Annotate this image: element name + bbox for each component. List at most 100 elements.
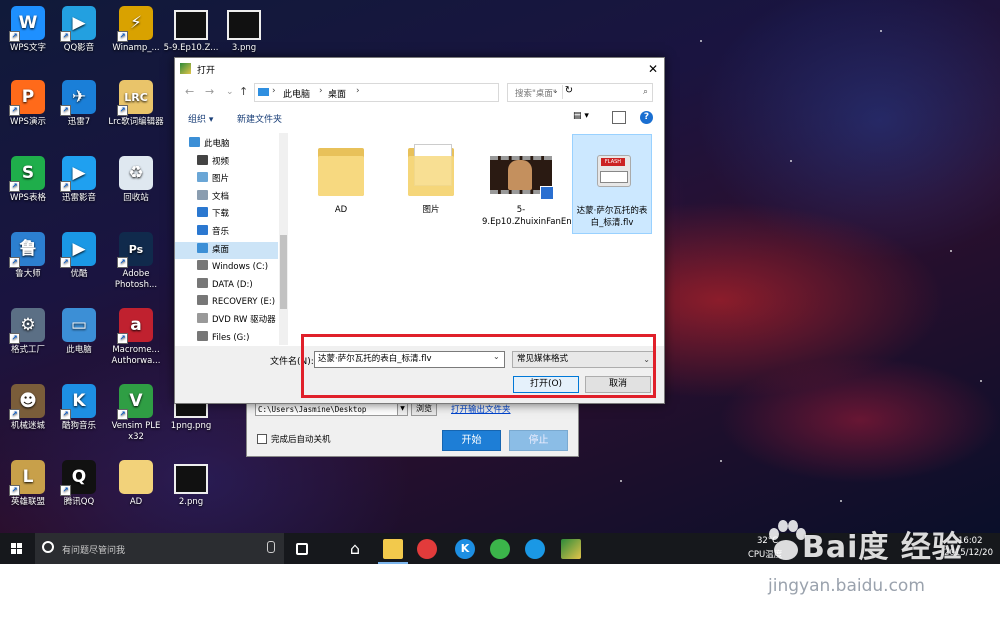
watermark-text: Bai度 经验 bbox=[802, 530, 963, 565]
desktop-icon[interactable]: ▶ ↗ 优酷 bbox=[49, 232, 109, 280]
auto-shutdown-checkbox[interactable] bbox=[257, 434, 267, 444]
desktop-icon-label: 此电脑 bbox=[66, 345, 92, 355]
home-icon[interactable]: ⌂ bbox=[345, 539, 365, 559]
converter-window: ▼ 浏览 打开输出文件夹 完成后自动关机 开始 停止 bbox=[246, 398, 579, 457]
output-path-field[interactable] bbox=[255, 402, 401, 416]
breadcrumb-desktop[interactable]: 桌面 bbox=[328, 87, 346, 100]
shortcut-arrow-icon: ↗ bbox=[60, 485, 71, 496]
picture-icon bbox=[197, 172, 208, 183]
cortana-search-box[interactable]: 有问题尽管问我 bbox=[35, 533, 284, 564]
app-icon: Ps ↗ bbox=[117, 232, 153, 268]
nav-item[interactable]: 音乐 bbox=[175, 224, 278, 241]
shortcut-arrow-icon: ↗ bbox=[9, 181, 20, 192]
file-explorer-icon[interactable] bbox=[383, 539, 403, 559]
desktop-icon[interactable]: LRC ↗ Lrc歌词编辑器 bbox=[106, 80, 166, 128]
path-dropdown-icon[interactable]: ▼ bbox=[397, 402, 408, 416]
desktop-icon[interactable]: ♻ 回收站 bbox=[106, 156, 166, 204]
app-icon: ⚡ ↗ bbox=[117, 6, 153, 42]
red-highlight-box bbox=[301, 334, 656, 398]
dialog-titlebar[interactable]: 打开 ✕ bbox=[175, 58, 664, 80]
nav-item-label: 桌面 bbox=[212, 244, 230, 255]
file-item-flv[interactable]: FLASH 达蒙·萨尔瓦托的表白_标清.flv bbox=[572, 134, 652, 234]
app-icon: ▶ ↗ bbox=[60, 6, 96, 42]
folder-icon bbox=[314, 140, 368, 198]
windows-start-icon[interactable] bbox=[11, 543, 23, 555]
cortana-placeholder: 有问题尽管问我 bbox=[62, 546, 126, 556]
back-arrow-icon[interactable]: ← bbox=[185, 85, 194, 98]
image-thumbnail-icon bbox=[174, 6, 208, 40]
kugou-music-icon[interactable]: K bbox=[455, 539, 475, 559]
nav-item[interactable]: 视频 bbox=[175, 154, 278, 171]
nav-item-label: 视频 bbox=[212, 156, 230, 167]
desktop-icon-label: 腾讯QQ bbox=[63, 497, 95, 507]
nav-item[interactable]: 桌面 bbox=[175, 241, 278, 259]
desktop-icon-label: 2.png bbox=[178, 497, 204, 507]
netease-music-icon[interactable] bbox=[417, 539, 437, 559]
desktop-icon-label: AD bbox=[129, 497, 143, 507]
desktop-icon[interactable]: 3.png bbox=[214, 6, 274, 54]
desktop-icon[interactable]: ▶ ↗ 迅雷影音 bbox=[49, 156, 109, 204]
desktop-icon[interactable]: Q ↗ 腾讯QQ bbox=[49, 460, 109, 508]
shortcut-arrow-icon: ↗ bbox=[117, 257, 128, 268]
microphone-icon[interactable] bbox=[267, 541, 275, 553]
file-item-folder-pictures[interactable]: 图片 bbox=[392, 134, 470, 232]
desktop-icon[interactable]: V ↗ Vensim PLE x32 bbox=[106, 384, 166, 443]
desktop-icon[interactable]: ✈ ↗ 迅雷7 bbox=[49, 80, 109, 128]
nav-item[interactable]: 此电脑 bbox=[175, 136, 278, 153]
file-item-folder-ad[interactable]: AD bbox=[302, 134, 380, 232]
desktop-icon[interactable]: 5-9.Ep10.Z... bbox=[161, 6, 221, 54]
desktop-icon[interactable]: ⚡ ↗ Winamp_... bbox=[106, 6, 166, 54]
open-output-folder-link[interactable]: 打开输出文件夹 bbox=[451, 403, 511, 415]
breadcrumb-this-pc[interactable]: 此电脑 bbox=[283, 87, 310, 100]
nav-item[interactable]: 文档 bbox=[175, 189, 278, 206]
search-box[interactable]: 搜索"桌面" ⌕ bbox=[507, 83, 653, 102]
nav-item[interactable]: DVD RW 驱动器 bbox=[175, 312, 278, 329]
forward-arrow-icon[interactable]: → bbox=[205, 85, 214, 98]
view-options-icon[interactable]: ▤ ▾ bbox=[573, 111, 597, 124]
stop-button[interactable]: 停止 bbox=[509, 430, 568, 451]
up-arrow-icon[interactable]: ↑ bbox=[239, 85, 248, 98]
nav-item[interactable]: 下载 bbox=[175, 206, 278, 223]
shortcut-arrow-icon: ↗ bbox=[117, 333, 128, 344]
desktop-icon bbox=[197, 242, 208, 253]
file-label: AD bbox=[334, 205, 348, 215]
desktop-icon[interactable]: ▶ ↗ QQ影音 bbox=[49, 6, 109, 54]
navigation-scrollbar[interactable] bbox=[279, 133, 288, 345]
address-bar[interactable]: › 此电脑 › 桌面 › ⌄ ↻ bbox=[254, 83, 573, 102]
desktop-icon[interactable]: ▭ 此电脑 bbox=[49, 308, 109, 356]
shortcut-arrow-icon: ↗ bbox=[117, 31, 128, 42]
desktop-icon[interactable]: Ps ↗ Adobe Photosh... bbox=[106, 232, 166, 291]
start-button[interactable]: 开始 bbox=[442, 430, 501, 451]
app-icon: L ↗ bbox=[9, 460, 45, 496]
desktop-icon[interactable]: AD bbox=[106, 460, 166, 508]
browse-button[interactable]: 浏览 bbox=[411, 402, 437, 416]
shortcut-arrow-icon: ↗ bbox=[9, 333, 20, 344]
app-icon: LRC ↗ bbox=[117, 80, 153, 116]
app-icon: ▶ ↗ bbox=[60, 232, 96, 268]
nav-item[interactable]: DATA (D:) bbox=[175, 277, 278, 294]
task-view-icon[interactable] bbox=[296, 543, 308, 555]
cortana-icon bbox=[42, 541, 54, 553]
nav-item[interactable]: RECOVERY (E:) bbox=[175, 294, 278, 311]
desktop-icon[interactable]: 2.png bbox=[161, 460, 221, 508]
organize-button[interactable]: 组织 ▾ bbox=[188, 112, 213, 125]
desktop-icon[interactable]: a ↗ Macrome... Authorwa... bbox=[106, 308, 166, 367]
file-item-video[interactable]: 5-9.Ep10.ZhuixinFanEnd.mp4 bbox=[482, 134, 599, 232]
shortcut-arrow-icon: ↗ bbox=[9, 409, 20, 420]
nav-item[interactable]: 图片 bbox=[175, 171, 278, 188]
drive-icon bbox=[197, 295, 208, 306]
iqiyi-icon[interactable] bbox=[490, 539, 510, 559]
preview-pane-icon[interactable] bbox=[612, 111, 626, 124]
scrollbar-thumb[interactable] bbox=[280, 235, 287, 309]
desktop-icon[interactable]: K ↗ 酷狗音乐 bbox=[49, 384, 109, 432]
close-button[interactable]: ✕ bbox=[642, 58, 664, 80]
converter-app-icon[interactable] bbox=[561, 539, 581, 559]
app-icon: K ↗ bbox=[60, 384, 96, 420]
image-thumbnail-icon bbox=[174, 460, 208, 494]
help-icon[interactable]: ? bbox=[640, 111, 653, 124]
nav-item[interactable]: Files (G:) bbox=[175, 330, 278, 347]
nav-item[interactable]: Windows (C:) bbox=[175, 259, 278, 276]
recent-dropdown-icon[interactable]: ⌄ bbox=[226, 87, 234, 97]
new-folder-button[interactable]: 新建文件夹 bbox=[237, 112, 282, 125]
youku-icon[interactable] bbox=[525, 539, 545, 559]
